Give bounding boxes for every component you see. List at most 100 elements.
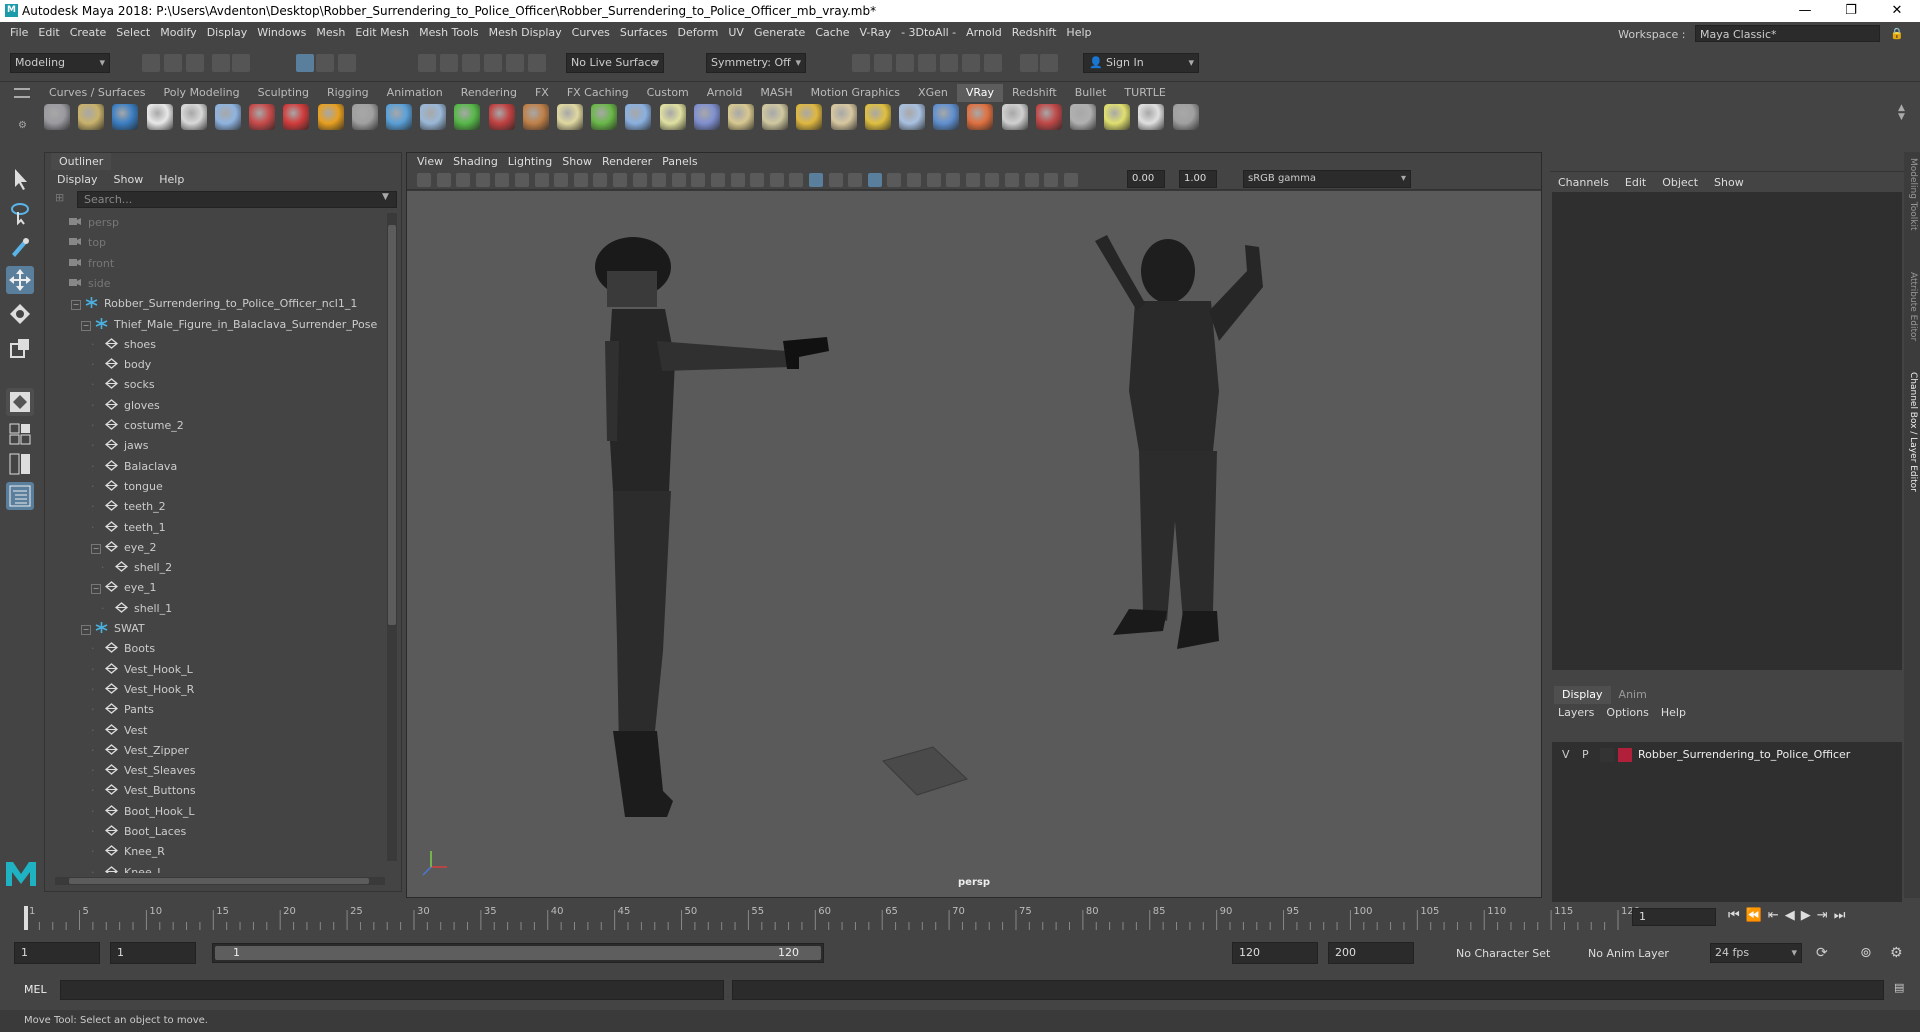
status-tool-icon[interactable] [186, 54, 204, 72]
viewport-tool-icon[interactable] [1044, 173, 1059, 187]
vray-shelf-tool-icon[interactable] [215, 104, 241, 130]
shelf-tab-rigging[interactable]: Rigging [318, 84, 378, 102]
status-tool-icon[interactable] [418, 54, 436, 72]
playback-end-field[interactable]: 120 [1232, 942, 1318, 964]
search-dropdown-icon[interactable]: ▼ [382, 192, 389, 202]
expand-toggle-icon[interactable]: − [81, 320, 91, 331]
layer-editor-tab-anim[interactable]: Anim [1611, 686, 1655, 704]
shelf-tab-bullet[interactable]: Bullet [1066, 84, 1116, 102]
outliner-item-boot-laces[interactable]: · Boot_Laces [91, 822, 186, 842]
outliner-item-side[interactable]: side [69, 274, 111, 294]
viewport-tool-icon[interactable] [417, 173, 431, 187]
mel-input[interactable] [60, 980, 724, 1000]
viewport-tool-icon[interactable] [848, 173, 863, 187]
scale-tool-icon[interactable] [6, 334, 34, 362]
vray-shelf-tool-icon[interactable] [659, 104, 686, 130]
viewport-menu-view[interactable]: View [417, 153, 443, 170]
viewport-canvas[interactable]: persp [407, 191, 1541, 897]
vray-shelf-tool-icon[interactable] [146, 104, 173, 130]
outliner-item-vest-sleaves[interactable]: · Vest_Sleaves [91, 761, 196, 781]
shelf-tab-turtle[interactable]: TURTLE [1115, 84, 1174, 102]
channel-box-menu-show[interactable]: Show [1714, 176, 1744, 189]
viewport-tool-icon[interactable] [456, 173, 471, 187]
vray-shelf-tool-icon[interactable] [1070, 104, 1096, 130]
status-tool-icon[interactable] [142, 54, 160, 72]
vray-shelf-tool-icon[interactable] [283, 104, 310, 130]
shelf-scroll-icon[interactable]: ▲ ▼ [1898, 104, 1905, 122]
outliner-item-thief-male-figure-in-balaclava-surrender-pose[interactable]: − Thief_Male_Figure_in_Balaclava_Surrende… [81, 315, 377, 335]
shelf-tab-redshift[interactable]: Redshift [1003, 84, 1066, 102]
side-tab-channel-box-layer-editor[interactable]: Channel Box / Layer Editor [1906, 372, 1918, 492]
expand-toggle-icon[interactable]: − [71, 300, 81, 311]
viewport-tool-icon[interactable] [436, 173, 451, 187]
step-back-frame-icon[interactable]: ⇤ [1768, 908, 1785, 923]
lock-icon[interactable]: 🔒 [1890, 25, 1904, 42]
status-tool-icon[interactable] [918, 54, 936, 72]
outliner-item-eye-2[interactable]: − eye_2 [91, 538, 157, 558]
viewport-tool-icon[interactable] [495, 173, 510, 187]
vray-shelf-tool-icon[interactable] [249, 104, 276, 130]
menu-deform[interactable]: Deform [677, 22, 718, 44]
go-to-end-icon[interactable]: ⏭ [1834, 908, 1852, 923]
script-editor-icon[interactable]: ▤ [1894, 981, 1904, 994]
viewport-menu-panels[interactable]: Panels [662, 153, 697, 170]
layer-type-toggle[interactable] [1600, 748, 1614, 762]
layer-menu-help[interactable]: Help [1661, 706, 1686, 719]
anim-layer-dropdown[interactable]: No Anim Layer [1588, 947, 1669, 960]
status-tool-icon[interactable] [962, 54, 980, 72]
end-time-field[interactable]: 200 [1328, 942, 1414, 964]
four-view-layout-icon[interactable] [6, 420, 34, 448]
outliner-item-vest-zipper[interactable]: · Vest_Zipper [91, 741, 189, 761]
shelf-tab-poly-modeling[interactable]: Poly Modeling [155, 84, 249, 102]
viewport-tool-icon[interactable] [613, 173, 627, 187]
outliner-item-top[interactable]: top [69, 233, 106, 253]
status-tool-icon[interactable] [1020, 54, 1038, 72]
menu-modify[interactable]: Modify [160, 22, 196, 44]
viewport-tool-icon[interactable] [534, 173, 549, 187]
viewport-tool-icon[interactable] [809, 173, 823, 187]
status-tool-icon[interactable] [874, 54, 892, 72]
vray-shelf-tool-icon[interactable] [864, 104, 891, 130]
vray-shelf-tool-icon[interactable] [44, 104, 70, 130]
shelf-tab-motion-graphics[interactable]: Motion Graphics [802, 84, 909, 102]
outliner-item-front[interactable]: front [69, 254, 114, 274]
status-tool-icon[interactable] [440, 54, 458, 72]
menu-mesh[interactable]: Mesh [316, 22, 345, 44]
step-back-key-icon[interactable]: ⏪ [1746, 908, 1768, 923]
shelf-tab-fx[interactable]: FX [526, 84, 558, 102]
viewport-tool-icon[interactable] [789, 173, 804, 187]
range-slider[interactable]: 1 120 [212, 943, 824, 963]
outliner-item-persp[interactable]: persp [69, 213, 119, 233]
time-slider[interactable]: 1 5 10 15 20 25 30 35 40 45 50 55 60 65 70 75 80 85 90 95 10… [0, 902, 1920, 932]
layer-playback-toggle[interactable]: P [1582, 746, 1589, 764]
outliner-menu-display[interactable]: Display [57, 171, 98, 188]
outliner-item-socks[interactable]: · socks [91, 375, 155, 395]
shelf-tab-curves-surfaces[interactable]: Curves / Surfaces [40, 84, 155, 102]
menu-edit-mesh[interactable]: Edit Mesh [355, 22, 409, 44]
go-to-start-icon[interactable]: ⏮ [1728, 908, 1746, 923]
workspace-dropdown[interactable]: Maya Classic* [1695, 25, 1880, 42]
playback-start-field[interactable]: 1 [110, 942, 196, 964]
vray-shelf-tool-icon[interactable] [488, 104, 515, 130]
range-slider-handle[interactable] [215, 946, 821, 960]
channel-box-menu-object[interactable]: Object [1662, 176, 1698, 189]
live-surface-dropdown[interactable]: No Live Surface [566, 53, 664, 73]
gamma-field[interactable]: 1.00 [1179, 170, 1217, 188]
move-tool-icon[interactable] [6, 266, 34, 294]
vray-shelf-tool-icon[interactable] [317, 104, 344, 130]
vray-shelf-tool-icon[interactable] [78, 104, 105, 130]
viewport-tool-icon[interactable] [671, 173, 686, 187]
viewport-tool-icon[interactable] [965, 173, 980, 187]
expand-toggle-icon[interactable]: − [81, 625, 91, 635]
menu-windows[interactable]: Windows [257, 22, 306, 44]
outliner-item-tongue[interactable]: · tongue [91, 477, 163, 497]
shelf-tab-fx-caching[interactable]: FX Caching [558, 84, 638, 102]
shelf-tab-sculpting[interactable]: Sculpting [249, 84, 318, 102]
status-tool-icon[interactable] [506, 54, 524, 72]
outliner-vertical-scrollbar[interactable] [387, 213, 397, 861]
menu-redshift[interactable]: Redshift [1012, 22, 1057, 44]
outliner-item-jaws[interactable]: · jaws [91, 436, 149, 456]
menu-generate[interactable]: Generate [754, 22, 805, 44]
swat-officer-model[interactable] [595, 237, 829, 817]
layer-menu-options[interactable]: Options [1606, 706, 1648, 719]
